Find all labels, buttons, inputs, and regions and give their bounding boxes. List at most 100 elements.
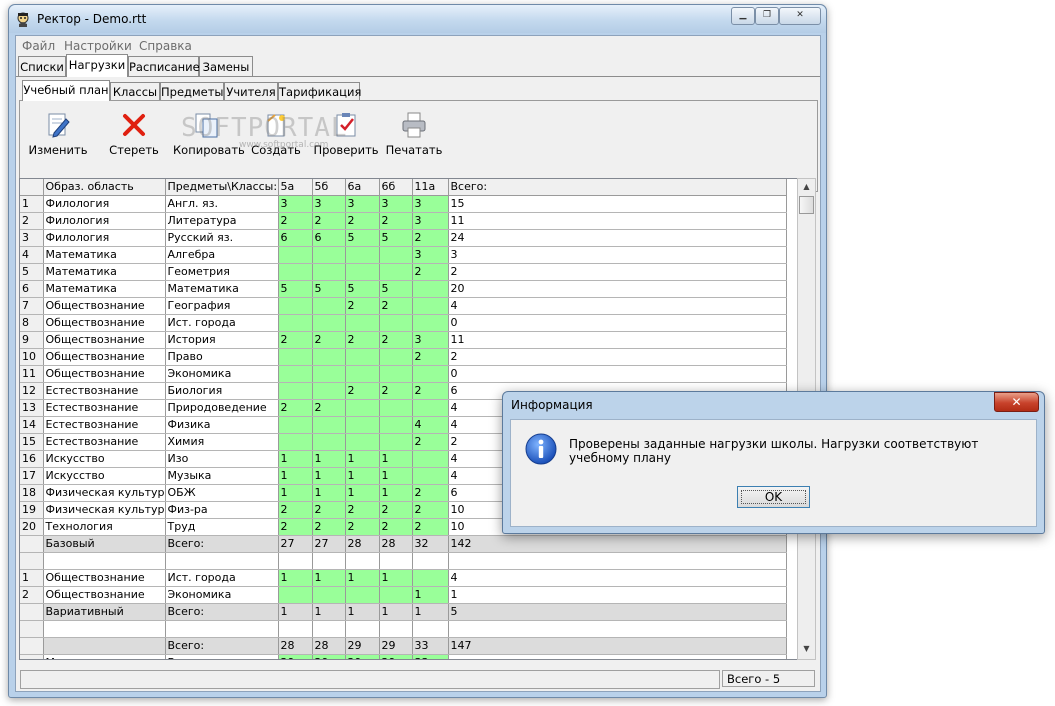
total-cell[interactable]: 2 [448, 263, 787, 281]
hours-cell[interactable]: 2 [345, 501, 380, 519]
row-number[interactable] [20, 637, 44, 655]
row-number[interactable]: 17 [20, 467, 44, 485]
row-number[interactable]: 2 [20, 212, 44, 230]
scroll-down-arrow-icon[interactable]: ▼ [799, 642, 814, 656]
hours-cell[interactable]: 3 [412, 331, 449, 349]
hours-cell[interactable] [312, 433, 346, 451]
area-cell[interactable]: Обществознание [43, 331, 166, 349]
subject-cell[interactable]: История [165, 331, 279, 349]
hours-cell[interactable] [278, 552, 313, 570]
area-cell[interactable]: Искусство [43, 450, 166, 468]
dialog-close-button[interactable]: ✕ [994, 392, 1039, 412]
area-cell[interactable]: Обществознание [43, 314, 166, 332]
edit-button[interactable]: Изменить [24, 111, 92, 173]
subject-cell[interactable]: Музыка [165, 467, 279, 485]
row-number[interactable]: 1 [20, 195, 44, 213]
hours-cell[interactable]: 2 [412, 382, 449, 400]
tab-replacements[interactable]: Замены [199, 56, 253, 77]
hours-cell[interactable]: 2 [278, 331, 313, 349]
row-number[interactable]: 7 [20, 297, 44, 315]
hours-cell[interactable] [379, 586, 413, 604]
hours-cell[interactable] [379, 348, 413, 366]
hours-cell[interactable] [345, 416, 380, 434]
hours-cell[interactable]: 1 [379, 603, 413, 621]
hours-cell[interactable]: 5 [312, 280, 346, 298]
subject-cell[interactable]: Англ. яз. [165, 195, 279, 213]
hours-cell[interactable] [379, 314, 413, 332]
total-cell[interactable]: 4 [448, 297, 787, 315]
hours-cell[interactable] [412, 280, 449, 298]
row-number[interactable]: 5 [20, 263, 44, 281]
table-row[interactable]: 6 Математика Математика 5 5 5 5 20 [20, 280, 787, 298]
hours-cell[interactable]: 29 [312, 654, 346, 659]
subject-cell[interactable] [165, 620, 279, 638]
hours-cell[interactable] [312, 365, 346, 383]
menu-settings[interactable]: Настройки [64, 39, 132, 53]
hours-cell[interactable]: 2 [379, 331, 413, 349]
hours-cell[interactable]: 28 [345, 535, 380, 553]
row-number[interactable]: 14 [20, 416, 44, 434]
column-header[interactable]: 6б [379, 179, 413, 196]
table-row[interactable]: 7 Обществознание География 2 2 4 [20, 297, 787, 315]
row-number[interactable]: 4 [20, 246, 44, 264]
hours-cell[interactable] [278, 246, 313, 264]
ok-button[interactable]: OK [737, 486, 810, 508]
hours-cell[interactable]: 1 [345, 450, 380, 468]
subject-cell[interactable]: Ист. города [165, 569, 279, 587]
hours-cell[interactable] [345, 433, 380, 451]
total-cell[interactable]: 5 [448, 603, 787, 621]
hours-cell[interactable]: 2 [412, 433, 449, 451]
total-cell[interactable]: 142 [448, 535, 787, 553]
total-cell[interactable]: 20 [448, 280, 787, 298]
row-number[interactable]: 13 [20, 399, 44, 417]
row-number[interactable]: 20 [20, 518, 44, 536]
hours-cell[interactable]: 5 [278, 280, 313, 298]
hours-cell[interactable]: 2 [278, 399, 313, 417]
hours-cell[interactable] [278, 433, 313, 451]
hours-cell[interactable] [412, 399, 449, 417]
hours-cell[interactable]: 2 [379, 297, 413, 315]
subject-cell[interactable]: Ист. города [165, 314, 279, 332]
hours-cell[interactable] [379, 620, 413, 638]
area-cell[interactable]: Филология [43, 195, 166, 213]
table-row[interactable] [20, 620, 787, 638]
table-row[interactable]: 1 Обществознание Ист. города 1 1 1 1 4 [20, 569, 787, 587]
hours-cell[interactable]: 1 [345, 467, 380, 485]
menu-help[interactable]: Справка [139, 39, 192, 53]
hours-cell[interactable]: 6 [278, 229, 313, 247]
subject-cell[interactable]: Математика [165, 280, 279, 298]
hours-cell[interactable]: 2 [278, 501, 313, 519]
total-cell[interactable] [448, 552, 787, 570]
hours-cell[interactable] [345, 620, 380, 638]
hours-cell[interactable]: 1 [278, 603, 313, 621]
hours-cell[interactable] [345, 399, 380, 417]
hours-cell[interactable]: 2 [379, 212, 413, 230]
hours-cell[interactable]: 2 [412, 501, 449, 519]
hours-cell[interactable]: 3 [278, 195, 313, 213]
hours-cell[interactable] [379, 416, 413, 434]
row-number[interactable] [20, 654, 44, 659]
close-button[interactable]: ✕ [779, 7, 821, 25]
hours-cell[interactable] [278, 348, 313, 366]
hours-cell[interactable] [312, 416, 346, 434]
table-row[interactable]: Вариативный Всего: 1 1 1 1 1 5 [20, 603, 787, 621]
tab-tariffing[interactable]: Тарификация [278, 82, 361, 101]
hours-cell[interactable] [345, 552, 380, 570]
column-header[interactable]: 5б [312, 179, 346, 196]
subject-cell[interactable]: ОБЖ [165, 484, 279, 502]
hours-cell[interactable]: 3 [312, 195, 346, 213]
hours-cell[interactable] [278, 263, 313, 281]
hours-cell[interactable] [412, 620, 449, 638]
hours-cell[interactable]: 2 [312, 399, 346, 417]
hours-cell[interactable]: 1 [345, 484, 380, 502]
subject-cell[interactable] [165, 552, 279, 570]
subject-cell[interactable]: Всего: [165, 637, 279, 655]
subject-cell[interactable]: Русский яз. [165, 229, 279, 247]
hours-cell[interactable]: 1 [379, 569, 413, 587]
hours-cell[interactable]: 2 [345, 331, 380, 349]
hours-cell[interactable]: 2 [412, 263, 449, 281]
subject-cell[interactable]: Право [165, 348, 279, 366]
column-header[interactable]: 11а [412, 179, 449, 196]
hours-cell[interactable]: 2 [412, 229, 449, 247]
hours-cell[interactable]: 29 [278, 654, 313, 659]
